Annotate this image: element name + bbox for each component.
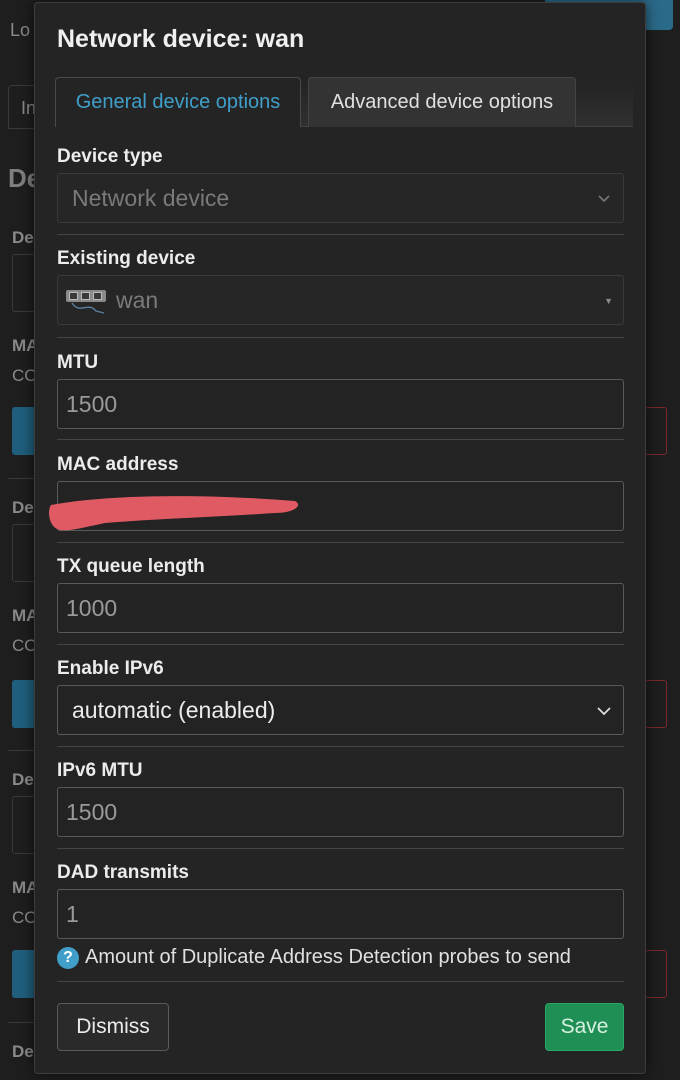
mtu-placeholder: 1500 xyxy=(66,390,118,417)
background-row-label: De xyxy=(12,1042,34,1061)
background-device-box xyxy=(12,254,36,312)
background-top-text: Lo xyxy=(10,20,31,40)
dad-transmits-help-text: Amount of Duplicate Address Detection pr… xyxy=(85,946,571,968)
tx-queue-length-input[interactable]: 1000 xyxy=(57,583,624,633)
ipv6-mtu-placeholder: 1500 xyxy=(66,798,118,825)
existing-device-select: wan ▼ xyxy=(57,275,624,325)
background-blue-button xyxy=(12,680,36,728)
mtu-label: MTU xyxy=(57,352,99,373)
background-blue-button xyxy=(12,950,36,998)
device-type-label: Device type xyxy=(57,146,163,167)
dad-transmits-input[interactable]: 1 xyxy=(57,889,624,939)
dad-transmits-placeholder: 1 xyxy=(66,900,79,927)
field-divider xyxy=(57,644,624,645)
background-tab: In xyxy=(8,85,36,129)
dad-transmits-help: ? Amount of Duplicate Address Detection … xyxy=(57,946,571,969)
background-row-label: De xyxy=(12,770,34,789)
background-device-box xyxy=(12,796,36,854)
background-red-button xyxy=(645,407,667,455)
chevron-down-icon xyxy=(598,195,610,203)
cable-icon xyxy=(71,302,105,314)
network-device-modal: Network device: wan General device optio… xyxy=(34,2,646,1074)
tx-queue-length-placeholder: 1000 xyxy=(66,594,118,621)
help-icon: ? xyxy=(57,946,79,969)
field-divider xyxy=(57,981,624,982)
caret-down-icon: ▼ xyxy=(604,296,613,306)
tab-general-device-options[interactable]: General device options xyxy=(55,77,301,127)
port-slot xyxy=(69,292,78,300)
dismiss-button[interactable]: Dismiss xyxy=(57,1003,169,1051)
mtu-input[interactable]: 1500 xyxy=(57,379,624,429)
background-row-label: De xyxy=(12,228,34,247)
chevron-down-icon xyxy=(597,707,611,716)
device-type-select: Network device xyxy=(57,173,624,223)
existing-device-label: Existing device xyxy=(57,248,196,269)
redaction-scribble xyxy=(49,496,299,531)
field-divider xyxy=(57,234,624,235)
tx-queue-length-label: TX queue length xyxy=(57,556,205,577)
save-button[interactable]: Save xyxy=(545,1003,624,1051)
background-row-label: De xyxy=(12,498,34,517)
tab-advanced-device-options[interactable]: Advanced device options xyxy=(308,77,576,127)
background-red-button xyxy=(645,950,667,998)
field-divider xyxy=(57,746,624,747)
mac-address-label: MAC address xyxy=(57,454,179,475)
enable-ipv6-label: Enable IPv6 xyxy=(57,658,164,679)
field-divider xyxy=(57,542,624,543)
field-divider xyxy=(57,439,624,440)
device-type-value: Network device xyxy=(72,184,230,211)
ethernet-port-icon xyxy=(66,287,108,314)
port-slot xyxy=(93,292,102,300)
field-divider xyxy=(57,848,624,849)
field-divider xyxy=(57,337,624,338)
existing-device-value: wan xyxy=(116,286,159,313)
tab-bar: General device options Advanced device o… xyxy=(55,77,633,127)
port-slot xyxy=(81,292,90,300)
enable-ipv6-select[interactable]: automatic (enabled) xyxy=(57,685,624,735)
enable-ipv6-value: automatic (enabled) xyxy=(72,696,276,723)
modal-title: Network device: wan xyxy=(57,25,305,53)
dad-transmits-label: DAD transmits xyxy=(57,862,189,883)
background-device-box xyxy=(12,524,36,582)
background-blue-button xyxy=(12,407,36,455)
ipv6-mtu-label: IPv6 MTU xyxy=(57,760,143,781)
ipv6-mtu-input[interactable]: 1500 xyxy=(57,787,624,837)
background-red-button xyxy=(645,680,667,728)
